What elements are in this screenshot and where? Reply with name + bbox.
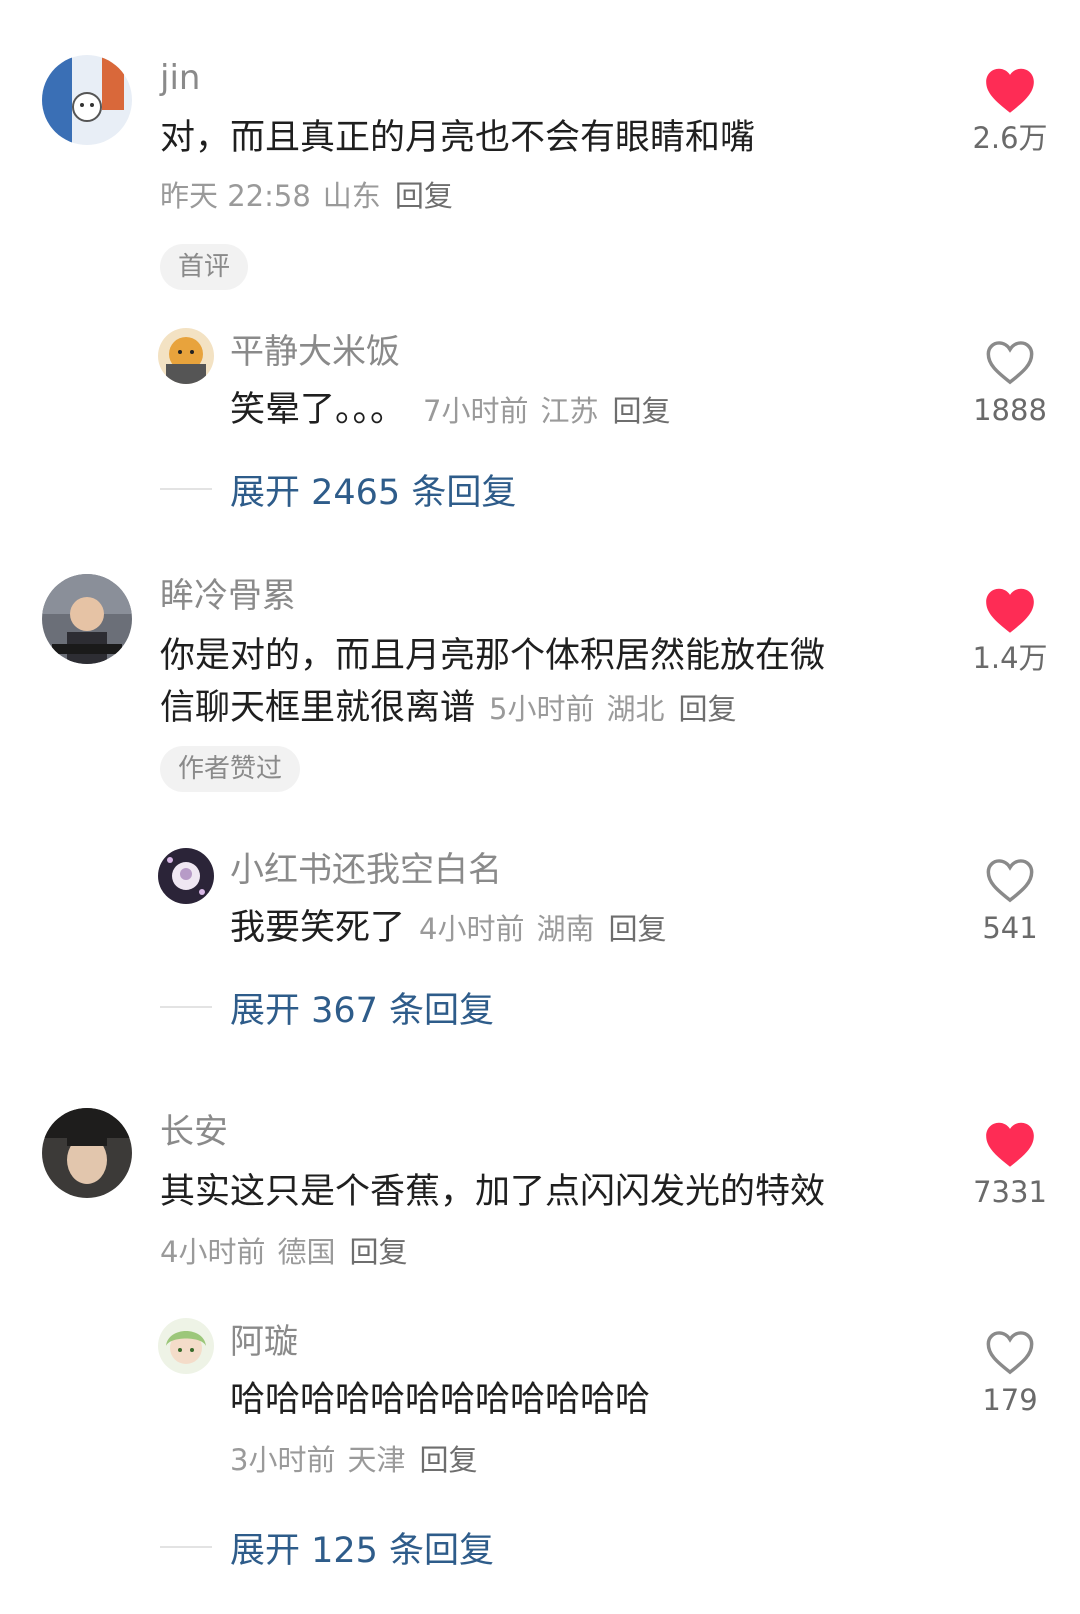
reply-text-line: 笑晕了。。。 7小时前 江苏 回复 [230, 384, 671, 437]
comment-location: 德国 [277, 1235, 336, 1269]
comment-username[interactable]: jin [160, 58, 200, 98]
reply-button[interactable]: 回复 [612, 394, 670, 428]
reply-button[interactable]: 回复 [349, 1235, 407, 1269]
comment-username[interactable]: 眸冷骨累 [160, 576, 296, 616]
comment-time: 昨天 22:58 [160, 179, 311, 213]
reply-location: 天津 [347, 1443, 406, 1477]
comment-time: 4小时前 [160, 1235, 266, 1269]
like-count: 541 [982, 911, 1038, 945]
reply-text-line: 我要笑死了 4小时前 湖南 回复 [230, 902, 667, 955]
divider-dash [160, 1006, 212, 1008]
comment-text-line: 其实这只是个香蕉，加了点闪闪发光的特效 [160, 1172, 826, 1212]
avatar[interactable] [42, 574, 132, 664]
expand-replies-label: 展开 367 条回复 [230, 990, 495, 1031]
comment-location: 山东 [322, 179, 381, 213]
comment-text-line: 对，而且真正的月亮也不会有眼睛和嘴 [160, 118, 756, 158]
comment-location: 湖北 [606, 692, 665, 726]
comment-text: 你是对的，而且月亮那个体积居然能放在微 信聊天框里就很离谱 5小时前 湖北 回复 [160, 630, 825, 735]
reply-avatar[interactable] [158, 848, 214, 904]
expand-replies-label: 展开 2465 条回复 [230, 472, 517, 513]
expand-replies-button[interactable]: 展开 2465 条回复 [160, 464, 516, 514]
reply-username[interactable]: 阿璇 [230, 1322, 298, 1362]
like-button[interactable]: 541 [960, 856, 1060, 946]
reply-avatar[interactable] [158, 1318, 214, 1374]
like-button[interactable]: 1888 [960, 338, 1060, 428]
like-count: 179 [982, 1383, 1038, 1417]
reply-location: 湖南 [536, 912, 595, 946]
heart-filled-icon [986, 1122, 1034, 1167]
reply-meta: 7小时前 江苏 回复 [423, 394, 670, 428]
heart-outline-icon [986, 341, 1034, 385]
comment-text: 其实这只是个香蕉，加了点闪闪发光的特效 [160, 1166, 825, 1218]
like-button[interactable]: 7331 [960, 1120, 1060, 1210]
like-button[interactable]: 1.4万 [960, 586, 1060, 676]
expand-replies-label: 展开 125 条回复 [230, 1530, 495, 1571]
reply-time: 4小时前 [419, 912, 525, 946]
reply-text: 我要笑死了 [230, 908, 406, 948]
comment-meta: 4小时前 德国 回复 [160, 1232, 407, 1272]
divider-dash [160, 488, 212, 490]
reply-button[interactable]: 回复 [608, 912, 666, 946]
heart-filled-icon [986, 68, 1034, 113]
like-count: 1888 [973, 393, 1047, 427]
comment-time: 5小时前 [489, 692, 595, 726]
like-count: 2.6万 [972, 121, 1048, 155]
like-button[interactable]: 179 [960, 1328, 1060, 1418]
divider-dash [160, 1546, 212, 1548]
reply-time: 7小时前 [423, 394, 529, 428]
expand-replies-button[interactable]: 展开 125 条回复 [160, 1522, 494, 1572]
heart-filled-icon [986, 588, 1034, 633]
reply-time: 3小时前 [230, 1443, 336, 1477]
reply-username[interactable]: 小红书还我空白名 [230, 850, 502, 890]
heart-outline-icon [986, 1331, 1034, 1375]
reply-text: 哈哈哈哈哈哈哈哈哈哈哈哈 [230, 1380, 651, 1420]
comment-text: 对，而且真正的月亮也不会有眼睛和嘴 [160, 112, 755, 164]
heart-outline-icon [986, 859, 1034, 903]
comment-meta: 昨天 22:58 山东 回复 [160, 176, 453, 216]
reply-button[interactable]: 回复 [678, 692, 736, 726]
reply-text: 笑晕了。。。 [230, 390, 406, 430]
reply-avatar[interactable] [158, 328, 214, 384]
reply-meta: 4小时前 湖南 回复 [419, 912, 666, 946]
avatar[interactable] [42, 55, 132, 145]
reply-button[interactable]: 回复 [395, 179, 453, 213]
like-count: 1.4万 [972, 641, 1048, 675]
like-count: 7331 [973, 1175, 1047, 1209]
reply-button[interactable]: 回复 [419, 1443, 477, 1477]
first-comment-badge: 首评 [160, 244, 249, 290]
comment-text-line: 你是对的，而且月亮那个体积居然能放在微 [160, 636, 826, 676]
comment-meta: 5小时前 湖北 回复 [489, 692, 736, 726]
expand-replies-button[interactable]: 展开 367 条回复 [160, 982, 494, 1032]
avatar[interactable] [42, 1108, 132, 1198]
reply-location: 江苏 [540, 394, 599, 428]
comment-username[interactable]: 长安 [160, 1112, 228, 1152]
reply-username[interactable]: 平静大米饭 [230, 332, 400, 372]
author-liked-badge: 作者赞过 [160, 746, 301, 792]
comment-text-line: 信聊天框里就很离谱 5小时前 湖北 回复 [160, 688, 737, 728]
like-button[interactable]: 2.6万 [960, 66, 1060, 156]
reply-meta: 3小时前 天津 回复 [230, 1440, 477, 1480]
